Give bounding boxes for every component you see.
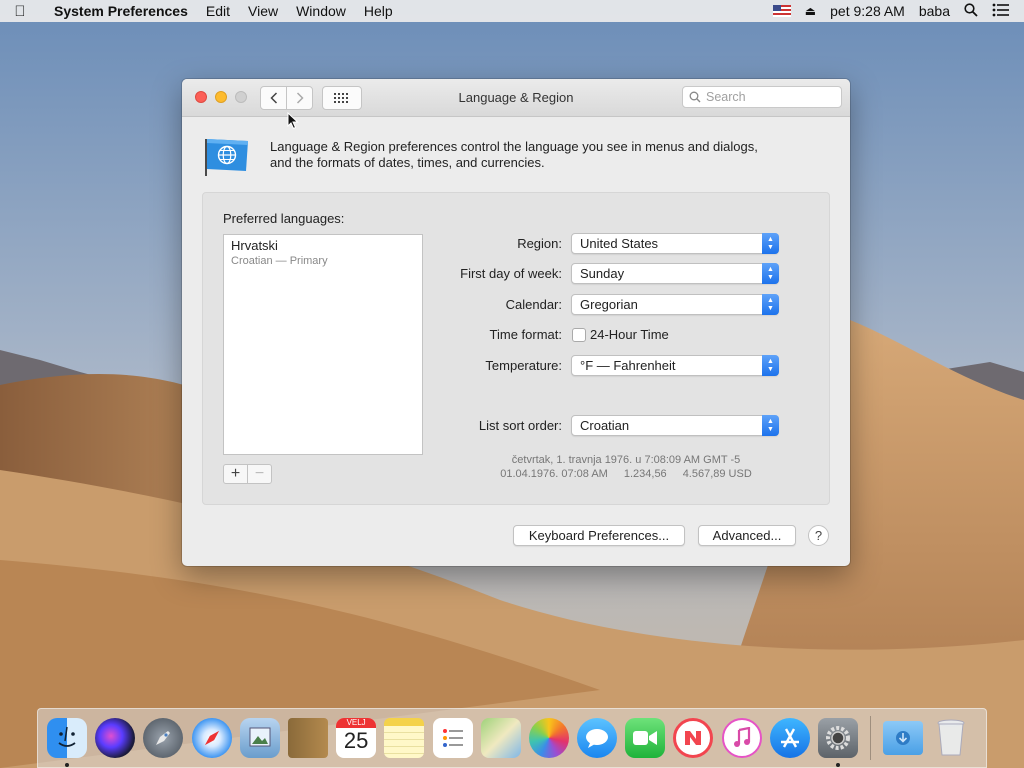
sample-currency: 4.567,89 USD [682,468,752,480]
spotlight-search-icon[interactable] [964,2,978,20]
temperature-label: Temperature: [485,358,562,373]
app-store-icon[interactable] [769,718,810,758]
launchpad-icon[interactable] [143,718,184,758]
notes-icon[interactable] [384,718,425,758]
region-label: Region: [517,236,562,251]
add-language-button[interactable]: + [224,465,247,483]
menu-user[interactable]: baba [919,3,950,19]
photos-icon[interactable] [528,718,569,758]
region-value: United States [580,236,659,251]
dock-separator [870,716,872,760]
system-preferences-icon[interactable] [818,718,858,767]
sort-order-row: List sort order: Croatian ▲ ▼ [423,415,779,436]
menu-edit[interactable]: Edit [197,3,239,19]
add-remove-control: + − [223,464,272,484]
popup-arrows-icon: ▲ ▼ [762,294,779,315]
list-item[interactable]: Hrvatski Croatian — Primary [224,235,422,270]
time-format-label: Time format: [489,327,562,342]
24-hour-time-label[interactable]: 24-Hour Time [590,327,669,342]
first-day-popup[interactable]: Sunday ▲ ▼ [571,263,779,284]
pane-description-line2: and the formats of dates, times, and cur… [270,155,545,170]
menu-help[interactable]: Help [355,3,402,19]
preferred-languages-label: Preferred languages: [223,211,345,226]
search-field[interactable] [682,86,842,108]
downloads-folder-icon[interactable] [883,721,924,755]
advanced-button[interactable]: Advanced... [698,525,796,546]
sample-formats: 01.04.1976. 07:08 AM 1.234,56 4.567,89 U… [423,468,829,480]
keyboard-preferences-button[interactable]: Keyboard Preferences... [513,525,685,546]
popup-arrows-icon: ▲ ▼ [762,233,779,254]
pane-description: Language & Region preferences control th… [270,139,790,177]
popup-arrows-icon: ▲ ▼ [762,263,779,284]
settings-panel: Preferred languages: Hrvatski Croatian —… [202,192,830,505]
first-day-label: First day of week: [460,266,562,281]
first-day-value: Sunday [580,266,625,281]
title-bar[interactable]: Language & Region [182,79,850,117]
search-icon [689,91,701,103]
menu-clock[interactable]: pet 9:28 AM [830,3,905,19]
news-icon[interactable] [673,718,714,758]
language-region-flag-icon [205,139,248,176]
first-day-row: First day of week: Sunday ▲ ▼ [423,263,779,284]
sample-date-time: 01.04.1976. 07:08 AM [500,468,608,480]
menu-app-name[interactable]: System Preferences [40,3,197,19]
menu-window[interactable]: Window [287,3,355,19]
facetime-icon[interactable] [625,718,666,758]
input-source-flag-icon[interactable] [772,5,791,17]
trash-icon[interactable] [931,718,971,758]
calendar-value: Gregorian [580,297,638,312]
sample-date-line: četvrtak, 1. travnja 1976. u 7:08:09 AM … [511,454,741,466]
sort-order-popup[interactable]: Croatian ▲ ▼ [571,415,779,436]
language-subtitle: Croatian — Primary [231,255,328,267]
safari-icon[interactable] [191,718,232,758]
apple-menu-icon[interactable]:  [0,3,40,20]
calendar-day: 25 [343,728,369,753]
language-name: Hrvatski [231,238,278,253]
temperature-row: Temperature: °F — Fahrenheit ▲ ▼ [423,355,779,376]
reminders-icon[interactable] [432,718,473,758]
mouse-cursor-icon [287,112,299,130]
messages-icon[interactable] [577,718,618,758]
dock: VELJ 25 [37,708,987,768]
search-input[interactable] [706,90,826,104]
pane-description-line1: Language & Region preferences control th… [270,139,758,154]
itunes-icon[interactable] [721,718,762,758]
finder-icon[interactable] [47,718,87,767]
menu-view[interactable]: View [239,3,287,19]
time-format-row: Time format: 24-Hour Time [423,324,669,345]
region-popup[interactable]: United States ▲ ▼ [571,233,779,254]
remove-language-button[interactable]: − [247,465,271,483]
maps-icon[interactable] [480,718,521,758]
menu-bar:  System Preferences Edit View Window He… [0,0,1024,22]
calendar-popup[interactable]: Gregorian ▲ ▼ [571,294,779,315]
siri-icon[interactable] [95,718,136,758]
calendar-month: VELJ [336,718,377,728]
region-row: Region: United States ▲ ▼ [423,233,779,254]
popup-arrows-icon: ▲ ▼ [762,355,779,376]
language-region-window: Language & Region Language & Region pref… [182,79,850,566]
calendar-icon[interactable]: VELJ 25 [336,718,377,758]
pane-header: Language & Region preferences control th… [204,137,790,177]
notification-center-icon[interactable] [992,3,1010,20]
notes-book-icon[interactable] [287,718,328,758]
sort-order-label: List sort order: [478,418,562,433]
calendar-row: Calendar: Gregorian ▲ ▼ [423,294,779,315]
eject-icon[interactable]: ⏏ [805,4,816,18]
sort-order-value: Croatian [580,418,630,433]
calendar-label: Calendar: [505,297,562,312]
popup-arrows-icon: ▲ ▼ [762,415,779,436]
preferred-languages-list[interactable]: Hrvatski Croatian — Primary [223,234,423,455]
sample-number: 1.234,56 [623,468,667,480]
temperature-value: °F — Fahrenheit [580,358,676,373]
24-hour-time-checkbox[interactable] [572,327,586,342]
help-button[interactable]: ? [808,525,829,546]
preview-icon[interactable] [239,718,280,758]
temperature-popup[interactable]: °F — Fahrenheit ▲ ▼ [571,355,779,376]
